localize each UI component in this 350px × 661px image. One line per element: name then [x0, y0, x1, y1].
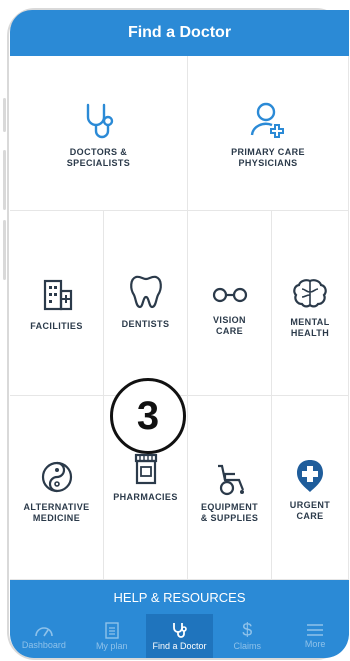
tile-label: PRIMARY CARE PHYSICIANS: [231, 147, 305, 168]
dollar-icon: $: [242, 620, 253, 640]
building-icon: [43, 279, 72, 311]
document-icon: [104, 622, 119, 639]
tab-label: My plan: [95, 641, 128, 651]
tile-label: VISION CARE: [213, 315, 246, 336]
app-header: Find a Doctor: [10, 10, 349, 56]
side-button: [3, 98, 6, 132]
glasses-icon: [212, 287, 247, 303]
tile-dentists[interactable]: DENTISTS: [104, 211, 188, 396]
gauge-icon: [35, 627, 53, 637]
side-button: [3, 150, 6, 210]
tile-label: DENTISTS: [121, 319, 170, 329]
tab-label: Find a Doctor: [152, 641, 207, 651]
tile-vision-care[interactable]: VISION CARE: [188, 211, 272, 396]
yin-yang-icon: [41, 461, 72, 493]
wheelchair-icon: [217, 464, 244, 496]
tab-my-plan[interactable]: My plan: [78, 614, 146, 658]
provider-grid: DOCTORS & SPECIALISTS PRIMARY CARE PHYSI…: [10, 56, 349, 580]
brain-icon: [293, 279, 327, 308]
tile-label: MENTAL HEALTH: [290, 317, 330, 338]
tile-label: URGENT CARE: [289, 500, 331, 521]
person-plus-icon: [250, 102, 284, 138]
tab-claims[interactable]: $ Claims: [213, 614, 281, 658]
tile-label: FACILITIES: [30, 321, 83, 331]
tile-label: DOCTORS & SPECIALISTS: [66, 147, 131, 168]
stethoscope-icon: [173, 623, 188, 638]
tab-dashboard[interactable]: Dashboard: [10, 614, 78, 658]
tile-facilities[interactable]: FACILITIES: [10, 211, 104, 396]
tile-doctors-specialists[interactable]: DOCTORS & SPECIALISTS: [10, 56, 188, 211]
tooth-icon: [129, 275, 162, 309]
tab-find-a-doctor[interactable]: Find a Doctor: [145, 614, 214, 658]
tile-label: EQUIPMENT & SUPPLIES: [200, 502, 259, 523]
tab-label: Dashboard: [21, 640, 66, 650]
tile-label: PHARMACIES: [113, 492, 178, 502]
tile-urgent-care[interactable]: URGENT CARE: [272, 396, 349, 580]
bottom-tab-bar: Dashboard My plan Find a Doctor $ Claims…: [10, 614, 349, 658]
step-number: 3: [136, 393, 160, 438]
stethoscope-icon: [86, 103, 113, 139]
page-title: Find a Doctor: [127, 24, 232, 41]
tab-label: More: [304, 639, 326, 649]
pill-bottle-icon: [134, 453, 157, 485]
tile-label: ALTERNATIVE MEDICINE: [23, 502, 90, 523]
help-resources-label: HELP & RESOURCES: [113, 589, 246, 605]
tile-alternative-medicine[interactable]: ALTERNATIVE MEDICINE: [10, 396, 104, 580]
tile-equipment-supplies[interactable]: EQUIPMENT & SUPPLIES: [188, 396, 272, 580]
tile-primary-care[interactable]: PRIMARY CARE PHYSICIANS: [188, 56, 349, 211]
tile-mental-health[interactable]: MENTAL HEALTH: [272, 211, 349, 396]
side-button: [3, 220, 6, 280]
help-resources-button[interactable]: HELP & RESOURCES: [10, 580, 349, 614]
step-badge: 3: [110, 378, 186, 454]
tab-more[interactable]: More: [281, 614, 349, 658]
urgent-care-icon: [297, 460, 323, 492]
menu-icon: [307, 624, 324, 636]
tab-label: Claims: [233, 641, 262, 651]
